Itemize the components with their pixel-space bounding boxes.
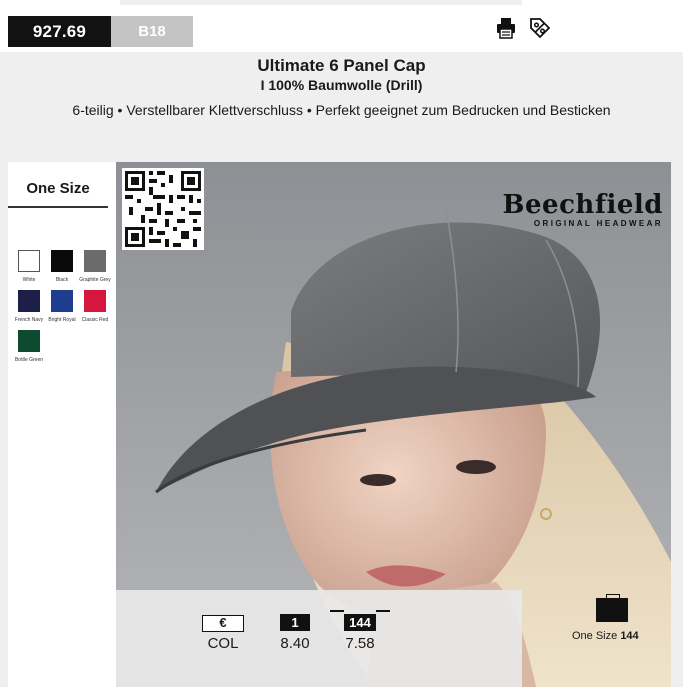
qr-code [122,168,204,250]
percent-tag-icon[interactable] [528,16,552,40]
product-subtitle: I 100% Baumwolle (Drill) [260,77,423,93]
swatch-label-black: Black [55,277,69,283]
size-divider [8,206,108,208]
swatch-label-graphite-grey: Graphite Grey [79,277,111,283]
packaging-label: One Size 144 [572,630,639,642]
printer-icon[interactable] [494,16,518,40]
swatch-label-bright-royal: Bright Royal [48,317,76,323]
size-label: One Size [26,180,90,197]
swatch-bright-royal[interactable] [51,290,73,312]
price-col-currency: € COL [202,614,244,652]
packaging-size: One Size [572,630,618,642]
price-panel: € COL 1 8.40 144 7.58 [116,590,522,687]
carton-icon [596,594,628,622]
product-photo: Beechfield ORIGINAL HEADWEAR € COL 1 8.4… [116,162,671,687]
product-features: 6-teilig • Verstellbarer Klettverschluss… [72,102,611,118]
price-tier-1: 8.40 [280,635,310,652]
price-tier-2: 7.58 [345,635,375,652]
swatch-label-bottle-green: Bottle Green [14,357,44,363]
brand-logo-name: Beechfield [502,190,663,220]
swatch-white[interactable] [18,250,40,272]
brand-code-badge: B18 [111,16,193,47]
qty-tier-2-badge: 144 [330,610,390,631]
swatch-label-white: White [22,277,36,283]
packaging-info: One Size 144 [522,590,671,687]
top-edge [120,0,522,5]
swatch-graphite-grey[interactable] [84,250,106,272]
price-col-tier-2: 144 7.58 [330,610,390,652]
packaging-quantity: 144 [620,630,639,642]
swatch-black[interactable] [51,250,73,272]
product-title: Ultimate 6 Panel Cap [257,56,426,75]
swatch-french-navy[interactable] [18,290,40,312]
price-code-badge: 927.69 [8,16,111,47]
price-col-tier-1: 1 8.40 [280,614,310,652]
brand-logo-tagline: ORIGINAL HEADWEAR [533,219,663,228]
top-bar: 927.69 B18 [0,0,683,52]
swatch-classic-red[interactable] [84,290,106,312]
swatch-bottle-green[interactable] [18,330,40,352]
swatch-label-french-navy: French Navy [14,317,44,323]
qty-tier-1-badge: 1 [280,614,310,631]
product-header: Ultimate 6 Panel Cap I 100% Baumwolle (D… [0,52,683,140]
brand-logo: Beechfield ORIGINAL HEADWEAR [503,192,663,228]
color-sidebar: One Size White Black Graphite Grey Frenc… [8,162,116,687]
price-row-label: COL [207,635,239,652]
swatch-label-classic-red: Classic Red [81,317,109,323]
currency-badge: € [202,615,244,632]
